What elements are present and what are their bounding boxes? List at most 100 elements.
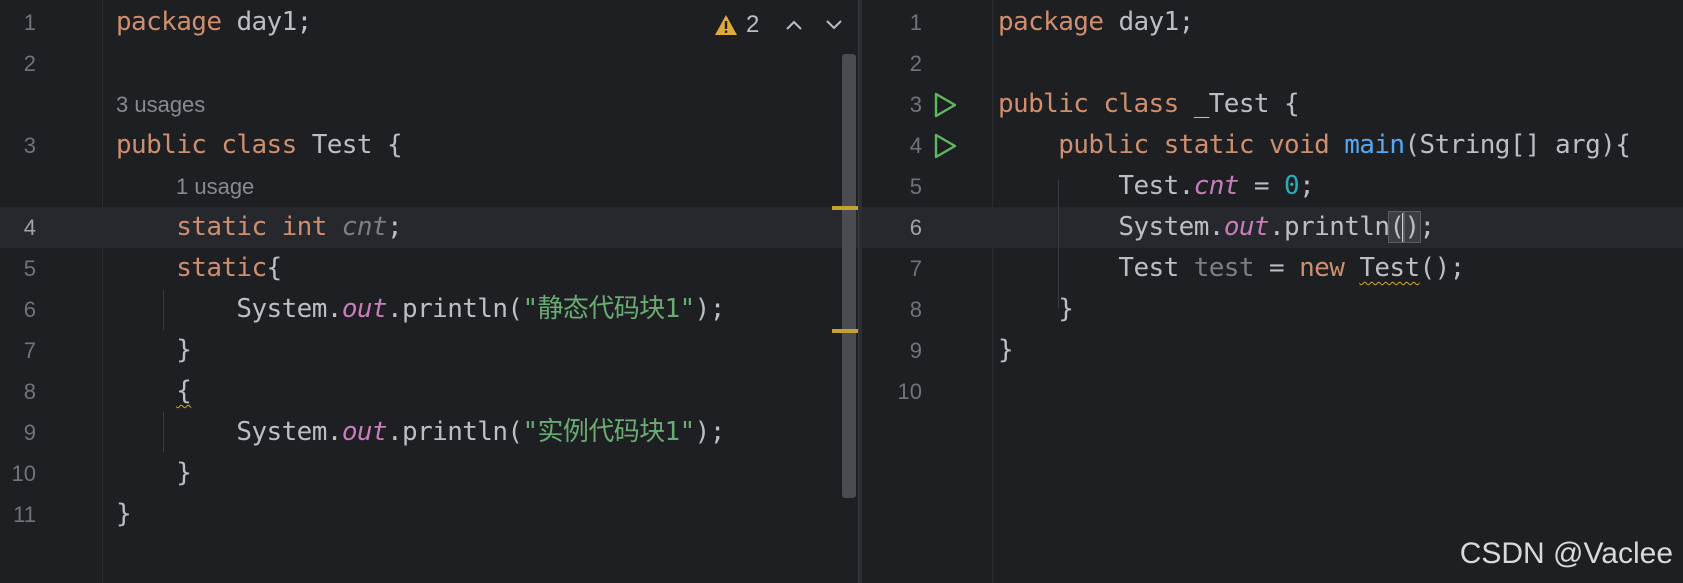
warning-count[interactable]: 2	[746, 11, 759, 39]
code-token: =	[1253, 253, 1300, 283]
code-text[interactable]: public class _Test {	[998, 84, 1300, 125]
warning-marker[interactable]	[832, 206, 858, 210]
code-token: cnt	[1193, 171, 1240, 201]
code-text[interactable]: {	[116, 371, 192, 412]
line-number: 3	[909, 92, 922, 117]
line-number: 4	[23, 215, 36, 240]
code-token: day1;	[236, 7, 312, 37]
code-token: Test {	[311, 130, 403, 160]
code-token: "实例代码块1"	[522, 417, 695, 447]
code-text[interactable]: static{	[116, 248, 282, 289]
line-number: 2	[909, 51, 922, 76]
code-token: );	[694, 417, 726, 447]
code-token: )	[1403, 211, 1421, 243]
code-line[interactable]: 1 package day1;	[862, 2, 1683, 43]
code-line[interactable]: 7 }	[0, 330, 858, 371]
code-line[interactable]: 9 System.out.println("实例代码块1");	[0, 412, 858, 453]
line-number: 8	[23, 379, 36, 404]
code-line[interactable]: 3 public class Test {	[0, 125, 858, 166]
code-text[interactable]: System.out.println("静态代码块1");	[116, 289, 725, 330]
code-token: public	[998, 89, 1104, 119]
usage-inlay-hint[interactable]: 3 usages	[116, 84, 205, 125]
code-token: System.	[116, 294, 342, 324]
code-line[interactable]: 3 public class _Test {	[862, 84, 1683, 125]
code-token: public	[998, 130, 1164, 160]
code-text[interactable]: public static void main(String[] arg){	[998, 125, 1631, 166]
code-token: ;	[1299, 171, 1315, 201]
warning-marker[interactable]	[832, 329, 858, 333]
code-text[interactable]: System.out.println();	[998, 207, 1435, 248]
code-token: .println(	[386, 417, 523, 447]
line-number: 9	[909, 338, 922, 363]
code-token: System.	[116, 417, 342, 447]
code-text[interactable]: }	[998, 330, 1014, 371]
line-number: 4	[909, 133, 922, 158]
chevron-down-icon[interactable]	[821, 12, 847, 38]
code-token: =	[1238, 171, 1285, 201]
code-line[interactable]: 5 Test.cnt = 0;	[862, 166, 1683, 207]
code-token: Test	[998, 253, 1194, 283]
code-token: package	[116, 7, 237, 37]
code-line[interactable]: 6 System.out.println();	[862, 207, 1683, 248]
code-token: .println(	[386, 294, 523, 324]
code-token: Test.	[998, 171, 1194, 201]
code-token: out	[1223, 212, 1270, 242]
code-line[interactable]: 2	[862, 43, 1683, 84]
left-editor-pane[interactable]: 1 package day1; 2 3 usages 3 public class Tes…	[0, 0, 858, 583]
line-number: 3	[23, 133, 36, 158]
code-token: ;	[386, 212, 403, 242]
code-text[interactable]: package day1;	[116, 2, 312, 43]
inlay-hint-row[interactable]: 3 usages	[0, 84, 858, 125]
code-token: System.	[998, 212, 1224, 242]
code-token: out	[341, 417, 388, 447]
code-token: public	[116, 130, 222, 160]
line-number: 2	[23, 51, 36, 76]
code-line[interactable]: 11}	[0, 494, 858, 535]
code-line[interactable]: 8 {	[0, 371, 858, 412]
inlay-hint-row[interactable]: 1 usage	[0, 166, 858, 207]
code-token: out	[341, 294, 388, 324]
code-text[interactable]: public class Test {	[116, 125, 403, 166]
code-line[interactable]: 10 }	[0, 453, 858, 494]
code-text[interactable]: package day1;	[998, 2, 1194, 43]
code-text[interactable]: }	[998, 289, 1074, 330]
code-text[interactable]: }	[116, 453, 192, 494]
code-line[interactable]: 9}	[862, 330, 1683, 371]
warning-triangle-icon[interactable]	[714, 14, 738, 36]
right-editor-pane[interactable]: 1 package day1; 2 3 public class _Test {4 pu…	[862, 0, 1683, 583]
run-play-icon[interactable]	[932, 132, 958, 160]
code-line[interactable]: 6 System.out.println("静态代码块1");	[0, 289, 858, 330]
code-text[interactable]: static int cnt;	[116, 207, 402, 248]
line-number: 9	[23, 420, 36, 445]
code-line[interactable]: 10	[862, 371, 1683, 412]
vertical-scrollbar[interactable]	[842, 54, 856, 498]
chevron-up-icon[interactable]	[781, 12, 807, 38]
code-token: }	[116, 335, 192, 365]
code-line[interactable]: 2	[0, 43, 858, 84]
code-token: new	[1299, 253, 1360, 283]
code-token: package	[998, 7, 1119, 37]
code-line[interactable]: 4 static int cnt;	[0, 207, 858, 248]
code-text[interactable]: }	[116, 494, 132, 535]
code-token: ();	[1419, 253, 1466, 283]
code-text[interactable]: }	[116, 330, 192, 371]
inspection-widget[interactable]: 2	[714, 8, 847, 42]
code-token: {	[176, 376, 192, 406]
code-line[interactable]: 5 static{	[0, 248, 858, 289]
code-line[interactable]: 8 }	[862, 289, 1683, 330]
code-token: }	[998, 294, 1074, 324]
code-token: ;	[1419, 212, 1436, 242]
code-token: }	[116, 499, 132, 529]
code-token: }	[116, 458, 192, 488]
usage-inlay-hint[interactable]: 1 usage	[176, 166, 254, 207]
watermark: CSDN @Vaclee	[1459, 537, 1673, 570]
code-text[interactable]: Test test = new Test();	[998, 248, 1465, 289]
code-line[interactable]: 7 Test test = new Test();	[862, 248, 1683, 289]
run-play-icon[interactable]	[932, 91, 958, 119]
code-token: class	[1103, 89, 1194, 119]
code-line[interactable]: 4 public static void main(String[] arg){	[862, 125, 1683, 166]
code-token: );	[694, 294, 726, 324]
code-text[interactable]: Test.cnt = 0;	[998, 166, 1314, 207]
code-token: Test	[1359, 253, 1420, 283]
code-text[interactable]: System.out.println("实例代码块1");	[116, 412, 725, 453]
